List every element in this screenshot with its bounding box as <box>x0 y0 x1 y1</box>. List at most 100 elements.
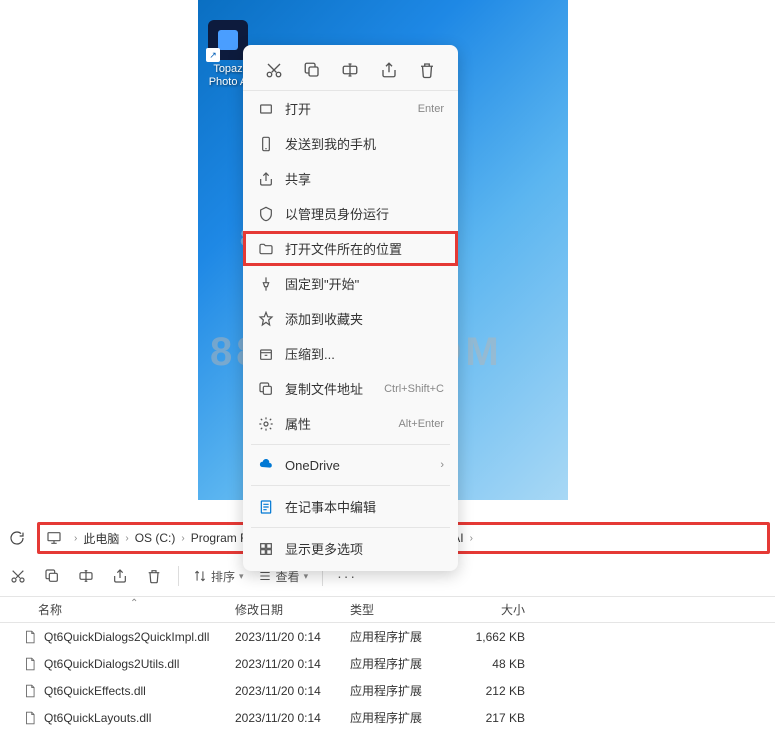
archive-icon <box>257 345 275 363</box>
menu-copy-path[interactable]: 复制文件地址 Ctrl+Shift+C <box>243 371 458 406</box>
dll-file-icon <box>22 710 38 726</box>
file-list: Qt6QuickDialogs2QuickImpl.dll 2023/11/20… <box>0 623 775 731</box>
menu-send-to-phone[interactable]: 发送到我的手机 <box>243 126 458 161</box>
chevron-right-icon: › <box>74 533 77 544</box>
menu-compress-to[interactable]: 压缩到... <box>243 336 458 371</box>
menu-shortcut: Enter <box>418 103 444 115</box>
menu-label: 共享 <box>285 169 444 188</box>
menu-label: 显示更多选项 <box>285 539 444 558</box>
chevron-right-icon: › <box>470 533 473 544</box>
toolbar-divider <box>178 566 179 586</box>
file-type: 应用程序扩展 <box>350 709 455 726</box>
file-date: 2023/11/20 0:14 <box>235 630 350 644</box>
sort-label: 排序 <box>211 568 235 585</box>
menu-open-file-location[interactable]: 打开文件所在的位置 <box>243 231 458 266</box>
copy-icon[interactable] <box>298 56 326 84</box>
rename-icon[interactable] <box>76 566 96 586</box>
menu-label: 打开文件所在的位置 <box>285 239 444 258</box>
header-date[interactable]: 修改日期 <box>235 603 283 617</box>
copy-path-icon <box>257 380 275 398</box>
menu-label: OneDrive <box>285 458 440 473</box>
share-icon[interactable] <box>110 566 130 586</box>
file-name: Qt6QuickEffects.dll <box>44 684 235 698</box>
menu-share[interactable]: 共享 <box>243 161 458 196</box>
file-row[interactable]: Qt6QuickDialogs2QuickImpl.dll 2023/11/20… <box>0 623 775 650</box>
menu-open[interactable]: 打开 Enter <box>243 91 458 126</box>
chevron-right-icon: › <box>181 533 184 544</box>
file-size: 48 KB <box>455 657 535 671</box>
cut-icon[interactable] <box>260 56 288 84</box>
open-icon <box>257 100 275 118</box>
delete-icon[interactable] <box>413 56 441 84</box>
delete-icon[interactable] <box>144 566 164 586</box>
chevron-right-icon: › <box>440 459 444 471</box>
cut-icon[interactable] <box>8 566 28 586</box>
menu-label: 打开 <box>285 99 418 118</box>
context-menu-quick-actions <box>243 50 458 91</box>
file-type: 应用程序扩展 <box>350 655 455 672</box>
onedrive-icon <box>257 456 275 474</box>
file-date: 2023/11/20 0:14 <box>235 657 350 671</box>
menu-label: 添加到收藏夹 <box>285 309 444 328</box>
menu-shortcut: Alt+Enter <box>398 418 444 430</box>
menu-label: 在记事本中编辑 <box>285 497 444 516</box>
menu-separator <box>251 444 450 445</box>
header-type[interactable]: 类型 <box>350 603 374 617</box>
file-type: 应用程序扩展 <box>350 628 455 645</box>
menu-onedrive[interactable]: OneDrive › <box>243 448 458 482</box>
file-type: 应用程序扩展 <box>350 682 455 699</box>
notepad-icon <box>257 498 275 516</box>
copy-icon[interactable] <box>42 566 62 586</box>
refresh-button[interactable] <box>5 526 29 550</box>
share-icon[interactable] <box>375 56 403 84</box>
file-name: Qt6QuickDialogs2QuickImpl.dll <box>44 630 235 644</box>
sort-button[interactable]: 排序 ▾ <box>193 568 244 585</box>
properties-icon <box>257 415 275 433</box>
file-name: Qt6QuickDialogs2Utils.dll <box>44 657 235 671</box>
file-row[interactable]: Qt6QuickEffects.dll 2023/11/20 0:14 应用程序… <box>0 677 775 704</box>
rename-icon[interactable] <box>336 56 364 84</box>
file-name: Qt6QuickLayouts.dll <box>44 711 235 725</box>
app-icon: ↗ <box>208 20 248 60</box>
menu-add-to-favorites[interactable]: 添加到收藏夹 <box>243 301 458 336</box>
more-icon <box>257 540 275 558</box>
menu-properties[interactable]: 属性 Alt+Enter <box>243 406 458 441</box>
file-row[interactable]: Qt6QuickLayouts.dll 2023/11/20 0:14 应用程序… <box>0 704 775 731</box>
shield-icon <box>257 205 275 223</box>
menu-label: 固定到"开始" <box>285 274 444 293</box>
chevron-right-icon: › <box>125 533 128 544</box>
file-list-header: 名称 ⌃ 修改日期 类型 大小 <box>0 596 775 623</box>
menu-label: 以管理员身份运行 <box>285 204 444 223</box>
shortcut-arrow-icon: ↗ <box>206 48 220 62</box>
breadcrumb-item[interactable]: OS (C:) <box>135 531 176 545</box>
dll-file-icon <box>22 629 38 645</box>
folder-icon <box>257 240 275 258</box>
file-date: 2023/11/20 0:14 <box>235 684 350 698</box>
menu-run-as-admin[interactable]: 以管理员身份运行 <box>243 196 458 231</box>
phone-icon <box>257 135 275 153</box>
file-size: 212 KB <box>455 684 535 698</box>
menu-show-more[interactable]: 显示更多选项 <box>243 531 458 566</box>
pin-icon <box>257 275 275 293</box>
context-menu: 打开 Enter 发送到我的手机 共享 以管理员身份运行 打开文件所在的位置 固… <box>243 45 458 571</box>
menu-separator <box>251 485 450 486</box>
share-icon <box>257 170 275 188</box>
menu-shortcut: Ctrl+Shift+C <box>384 383 444 395</box>
menu-label: 复制文件地址 <box>285 379 384 398</box>
file-size: 217 KB <box>455 711 535 725</box>
file-row[interactable]: Qt6QuickDialogs2Utils.dll 2023/11/20 0:1… <box>0 650 775 677</box>
menu-edit-in-notepad[interactable]: 在记事本中编辑 <box>243 489 458 524</box>
menu-separator <box>251 527 450 528</box>
monitor-icon <box>46 530 62 546</box>
file-size: 1,662 KB <box>455 630 535 644</box>
breadcrumb-item[interactable]: 此电脑 <box>83 530 119 547</box>
menu-pin-to-start[interactable]: 固定到"开始" <box>243 266 458 301</box>
menu-label: 压缩到... <box>285 344 444 363</box>
star-icon <box>257 310 275 328</box>
dll-file-icon <box>22 656 38 672</box>
sort-indicator-icon: ⌃ <box>130 598 138 609</box>
dll-file-icon <box>22 683 38 699</box>
header-size[interactable]: 大小 <box>501 603 525 617</box>
menu-label: 发送到我的手机 <box>285 134 444 153</box>
header-name[interactable]: 名称 <box>38 601 62 618</box>
